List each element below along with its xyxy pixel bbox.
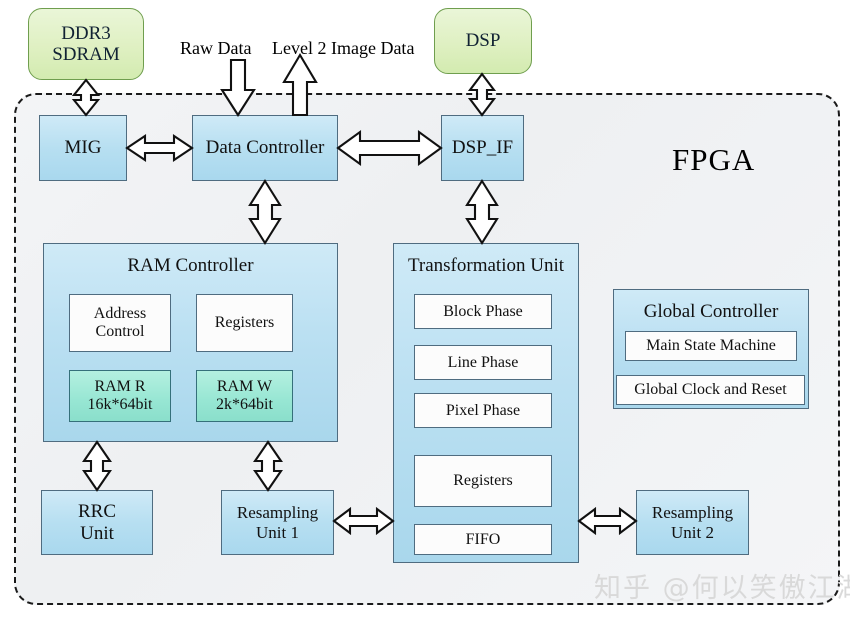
global-clock-reset-label: Global Clock and Reset bbox=[634, 381, 787, 399]
block-global-clock-and-reset[interactable]: Global Clock and Reset bbox=[616, 375, 805, 405]
line-phase-label: Line Phase bbox=[447, 353, 519, 371]
module-data-controller[interactable]: Data Controller bbox=[192, 115, 338, 181]
external-block-ddr3-sdram[interactable]: DDR3 SDRAM bbox=[28, 8, 144, 80]
block-ram-w[interactable]: RAM W 2k*64bit bbox=[196, 370, 293, 422]
block-tu-registers[interactable]: Registers bbox=[414, 455, 552, 507]
ram-r-line2: 16k*64bit bbox=[87, 396, 153, 413]
block-line-phase[interactable]: Line Phase bbox=[414, 345, 552, 380]
block-address-control[interactable]: Address Control bbox=[69, 294, 171, 352]
main-state-machine-label: Main State Machine bbox=[646, 337, 776, 355]
global-controller-title: Global Controller bbox=[643, 301, 779, 322]
resampling-2-line2: Unit 2 bbox=[671, 522, 714, 542]
watermark: 知乎 @何以笑傲江湖 bbox=[594, 573, 850, 604]
module-rrc-unit[interactable]: RRC Unit bbox=[41, 490, 153, 555]
ram-controller-title: RAM Controller bbox=[127, 255, 254, 276]
resampling-2-line1: Resampling bbox=[651, 503, 734, 523]
ram-w-line2: 2k*64bit bbox=[216, 396, 273, 413]
external-block-dsp[interactable]: DSP bbox=[434, 8, 532, 74]
ddr3-line1: DDR3 bbox=[61, 22, 111, 44]
module-resampling-unit-2[interactable]: Resampling Unit 2 bbox=[636, 490, 749, 555]
block-main-state-machine[interactable]: Main State Machine bbox=[625, 331, 797, 361]
label-level-2-image-data: Level 2 Image Data bbox=[272, 38, 415, 58]
pixel-phase-label: Pixel Phase bbox=[445, 401, 521, 419]
rrc-unit-line2: Unit bbox=[80, 522, 114, 544]
ram-registers-label: Registers bbox=[214, 314, 275, 332]
resampling-1-line1: Resampling bbox=[236, 503, 319, 523]
dsp-if-label: DSP_IF bbox=[451, 137, 514, 159]
data-controller-label: Data Controller bbox=[205, 137, 325, 159]
address-control-line1: Address bbox=[93, 305, 147, 323]
block-ram-registers[interactable]: Registers bbox=[196, 294, 293, 352]
dsp-line1: DSP bbox=[465, 30, 501, 52]
ram-r-line1: RAM R bbox=[94, 378, 146, 396]
block-phase-label: Block Phase bbox=[443, 302, 523, 320]
resampling-1-line2: Unit 1 bbox=[256, 522, 299, 542]
rrc-unit-line1: RRC bbox=[77, 501, 117, 523]
block-pixel-phase[interactable]: Pixel Phase bbox=[414, 393, 552, 428]
ddr3-line2: SDRAM bbox=[52, 44, 120, 65]
block-ram-r[interactable]: RAM R 16k*64bit bbox=[69, 370, 171, 422]
label-raw-data: Raw Data bbox=[180, 38, 252, 58]
diagram-canvas: FPGA DDR3 SDRAM DSP Raw Data Level 2 Ima… bbox=[0, 0, 850, 618]
block-block-phase[interactable]: Block Phase bbox=[414, 294, 552, 329]
mig-label: MIG bbox=[64, 137, 102, 159]
address-control-line2: Control bbox=[95, 323, 145, 340]
module-mig[interactable]: MIG bbox=[39, 115, 127, 181]
fifo-label: FIFO bbox=[465, 530, 501, 548]
fpga-label: FPGA bbox=[672, 142, 756, 177]
module-resampling-unit-1[interactable]: Resampling Unit 1 bbox=[221, 490, 334, 555]
transformation-unit-title: Transformation Unit bbox=[407, 255, 565, 276]
ram-w-line1: RAM W bbox=[216, 378, 273, 396]
tu-registers-label: Registers bbox=[453, 472, 513, 490]
module-dsp-if[interactable]: DSP_IF bbox=[441, 115, 524, 181]
block-fifo[interactable]: FIFO bbox=[414, 524, 552, 555]
